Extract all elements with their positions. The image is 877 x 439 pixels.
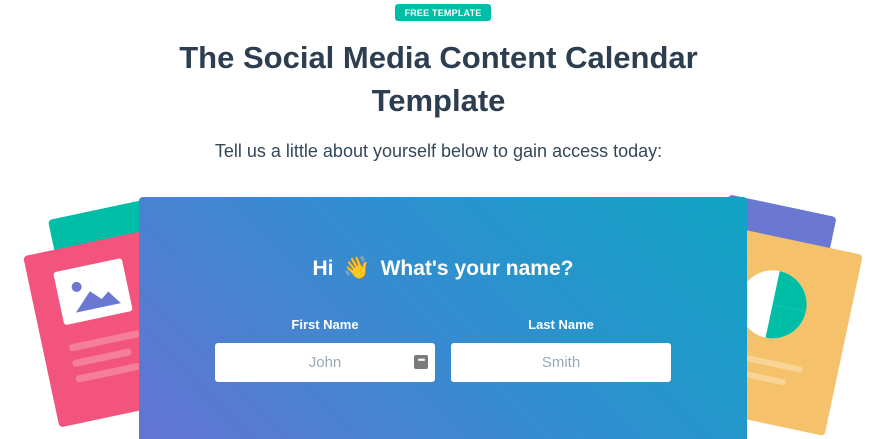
free-template-badge: FREE TEMPLATE (395, 4, 491, 21)
page-title-line-2: Template (371, 83, 506, 118)
first-name-input[interactable] (215, 343, 435, 382)
name-form-panel: Hi 👋 What's your name? First Name ••• La… (139, 197, 747, 439)
page-title-line-1: The Social Media Content Calendar (179, 40, 698, 75)
decorative-line (75, 362, 142, 384)
image-placeholder-icon (53, 257, 133, 326)
badge-label: FREE TEMPLATE (404, 7, 482, 18)
first-name-label: First Name (291, 317, 359, 332)
form-greeting: Hi 👋 What's your name? (139, 255, 747, 281)
last-name-input[interactable] (451, 343, 671, 382)
page-title: The Social Media Content Calendar Templa… (0, 36, 877, 122)
greeting-text-question: What's your name? (380, 257, 574, 280)
autofill-icon[interactable]: ••• (414, 355, 428, 369)
last-name-label: Last Name (528, 317, 594, 332)
decorative-line (71, 348, 132, 368)
last-name-field-wrapper (451, 343, 671, 382)
page-subtitle: Tell us a little about yourself below to… (214, 141, 663, 161)
greeting-text-hi: Hi (312, 257, 334, 280)
waving-hand-icon: 👋 (343, 255, 371, 280)
first-name-field-wrapper: ••• (215, 343, 435, 382)
